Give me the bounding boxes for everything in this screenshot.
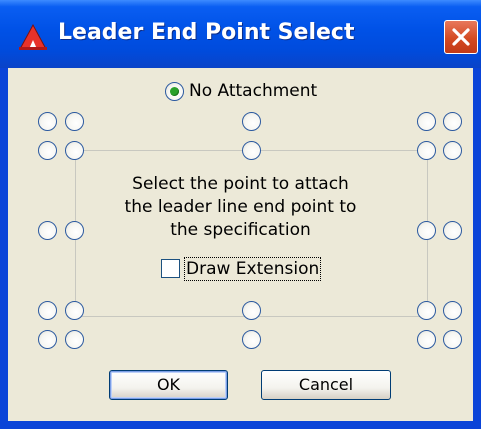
close-button[interactable] (444, 20, 478, 54)
attach-point-bottom-left-outer-upper[interactable] (38, 301, 57, 320)
attach-point-bottom-right-outer-upper[interactable] (443, 301, 462, 320)
no-attachment-radio[interactable] (165, 82, 184, 101)
attach-point-top-left-outer-lower[interactable] (38, 141, 57, 160)
attach-point-top-center-lower[interactable] (242, 141, 261, 160)
window-title: Leader End Point Select (58, 20, 355, 45)
title-bar[interactable]: Leader End Point Select (0, 0, 481, 68)
attach-point-middle-right-outer[interactable] (443, 221, 462, 240)
instruction-line-2: the leader line end point to (124, 197, 357, 217)
instruction-text: Select the point to attach the leader li… (123, 173, 358, 242)
attach-point-top-right-outer-lower[interactable] (443, 141, 462, 160)
attach-point-bottom-left-inner-upper[interactable] (65, 301, 84, 320)
draw-extension-checkbox[interactable] (161, 259, 180, 278)
attach-point-bottom-left-outer-lower[interactable] (38, 330, 57, 349)
attach-point-top-right-outer-upper[interactable] (443, 112, 462, 131)
attach-point-top-left-outer-upper[interactable] (38, 112, 57, 131)
app-logo-icon (19, 23, 47, 50)
ok-button[interactable]: OK (109, 370, 228, 400)
attach-point-top-center-upper[interactable] (242, 112, 261, 131)
attach-point-bottom-right-inner-lower[interactable] (417, 330, 436, 349)
dialog-body: No Attachment Select the point to attach (8, 68, 473, 421)
dialog-window: Leader End Point Select No Attachment Se… (0, 0, 481, 429)
draw-extension-label[interactable]: Draw Extension (183, 257, 322, 281)
instruction-line-1: Select the point to attach (132, 174, 349, 194)
cancel-button[interactable]: Cancel (261, 370, 391, 400)
attach-point-top-left-inner-upper[interactable] (65, 112, 84, 131)
attach-point-bottom-left-inner-lower[interactable] (65, 330, 84, 349)
close-icon (452, 28, 470, 46)
attach-point-top-right-inner-lower[interactable] (417, 141, 436, 160)
attach-point-bottom-right-outer-lower[interactable] (443, 330, 462, 349)
attach-point-middle-left-outer[interactable] (38, 221, 57, 240)
attach-point-top-left-inner-lower[interactable] (65, 141, 84, 160)
attach-point-bottom-center-lower[interactable] (242, 330, 261, 349)
attach-point-top-right-inner-upper[interactable] (417, 112, 436, 131)
instruction-line-3: the specification (170, 220, 311, 240)
attach-point-middle-left-inner[interactable] (65, 221, 84, 240)
no-attachment-label[interactable]: No Attachment (189, 80, 317, 102)
attach-point-middle-right-inner[interactable] (417, 221, 436, 240)
attach-point-bottom-center-upper[interactable] (242, 301, 261, 320)
attach-point-bottom-right-inner-upper[interactable] (417, 301, 436, 320)
